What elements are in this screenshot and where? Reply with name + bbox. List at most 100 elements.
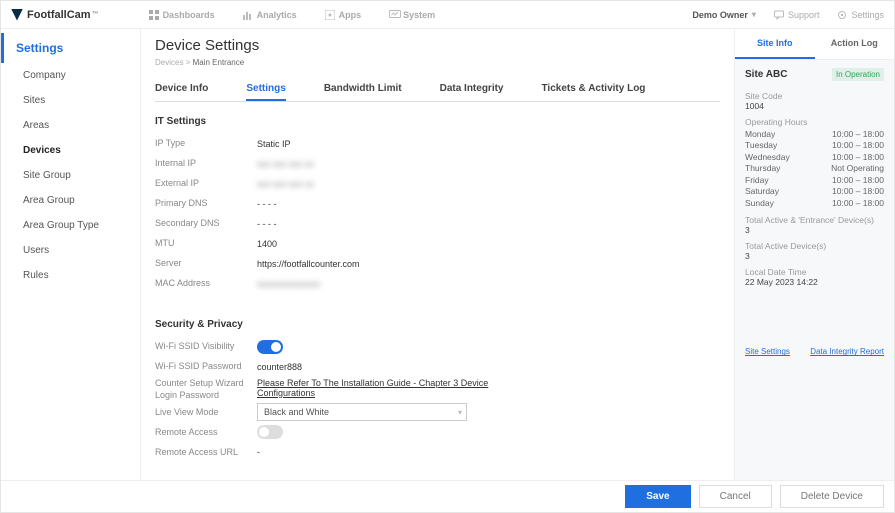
cancel-button[interactable]: Cancel <box>699 485 772 508</box>
hours-time: 10:00 – 18:00 <box>832 129 884 140</box>
wifi-visibility-key: Wi-Fi SSID Visibility <box>155 341 257 353</box>
ip-type-key: IP Type <box>155 138 257 150</box>
server-key: Server <box>155 258 257 270</box>
site-code-key: Site Code <box>745 91 884 101</box>
remote-url-key: Remote Access URL <box>155 447 257 459</box>
analytics-icon <box>243 10 253 20</box>
wifi-password-value: counter888 <box>257 362 302 372</box>
brand-icon <box>11 9 23 21</box>
hours-key: Operating Hours <box>745 117 884 127</box>
rtab-site-info[interactable]: Site Info <box>735 29 815 59</box>
hours-day: Friday <box>745 175 769 186</box>
internal-ip-value: xxx xxx xxx xx <box>257 159 314 169</box>
external-ip-key: External IP <box>155 178 257 190</box>
sidebar-item-devices[interactable]: Devices <box>1 138 140 163</box>
support-link[interactable]: Support <box>774 10 820 20</box>
sidebar-heading: Settings <box>1 33 140 63</box>
sidebar: Settings Company Sites Areas Devices Sit… <box>1 29 141 480</box>
mac-key: MAC Address <box>155 278 257 290</box>
mtu-value: 1400 <box>257 239 277 249</box>
chevron-down-icon: ▾ <box>752 10 756 19</box>
liveview-select[interactable]: Black and White ▾ <box>257 403 467 421</box>
tab-device-info[interactable]: Device Info <box>155 77 208 101</box>
gear-icon <box>837 10 847 20</box>
primary-dns-value: - - - - <box>257 199 277 209</box>
secondary-dns-value: - - - - <box>257 219 277 229</box>
sidebar-item-area-group[interactable]: Area Group <box>1 188 140 213</box>
wifi-visibility-toggle[interactable] <box>257 340 283 354</box>
nav-system[interactable]: System <box>389 10 435 20</box>
dashboard-icon <box>149 10 159 20</box>
security-title: Security & Privacy <box>155 319 720 330</box>
remote-access-toggle[interactable] <box>257 425 283 439</box>
brand-tm: ™ <box>92 11 99 18</box>
top-right: Demo Owner ▾ Support Settings <box>692 10 884 20</box>
hours-list: Monday10:00 – 18:00 Tuesday10:00 – 18:00… <box>745 129 884 209</box>
tab-settings[interactable]: Settings <box>246 77 285 101</box>
localtime-value: 22 May 2023 14:22 <box>745 277 884 287</box>
delete-device-button[interactable]: Delete Device <box>780 485 884 508</box>
apps-icon <box>325 10 335 20</box>
tab-bandwidth[interactable]: Bandwidth Limit <box>324 77 402 101</box>
localtime-key: Local Date Time <box>745 267 884 277</box>
owner-label: Demo Owner <box>692 10 748 20</box>
topbar: FootfallCam ™ Dashboards Analytics App <box>1 1 894 29</box>
hours-time: 10:00 – 18:00 <box>832 152 884 163</box>
brand: FootfallCam ™ <box>11 9 99 21</box>
hours-day: Tuesday <box>745 140 777 151</box>
settings-label: Settings <box>851 10 884 20</box>
nav-analytics-label: Analytics <box>257 10 297 20</box>
right-tabs: Site Info Action Log <box>735 29 894 60</box>
rtab-action-log[interactable]: Action Log <box>815 29 895 59</box>
data-integrity-link[interactable]: Data Integrity Report <box>810 347 884 356</box>
active-key: Total Active Device(s) <box>745 241 884 251</box>
active-value: 3 <box>745 251 884 261</box>
nav-dashboards[interactable]: Dashboards <box>149 10 215 20</box>
nav-apps-label: Apps <box>339 10 362 20</box>
sidebar-item-company[interactable]: Company <box>1 63 140 88</box>
breadcrumb-current: Main Entrance <box>193 58 245 67</box>
mac-value: xxxxxxxxxxxxxx <box>257 279 320 289</box>
settings-link[interactable]: Settings <box>837 10 884 20</box>
save-button[interactable]: Save <box>625 485 690 508</box>
hours-time: 10:00 – 18:00 <box>832 175 884 186</box>
hours-day: Sunday <box>745 198 774 209</box>
support-label: Support <box>788 10 820 20</box>
sidebar-item-rules[interactable]: Rules <box>1 263 140 288</box>
breadcrumb-root[interactable]: Devices <box>155 58 183 67</box>
liveview-key: Live View Mode <box>155 407 257 419</box>
nav-dashboards-label: Dashboards <box>163 10 215 20</box>
nav-analytics[interactable]: Analytics <box>243 10 297 20</box>
tab-tickets[interactable]: Tickets & Activity Log <box>542 77 646 101</box>
owner-menu[interactable]: Demo Owner ▾ <box>692 10 756 20</box>
top-nav: Dashboards Analytics Apps System <box>149 10 436 20</box>
wifi-password-key: Wi-Fi SSID Password <box>155 361 257 373</box>
chevron-down-icon: ▾ <box>458 408 462 417</box>
page-title: Device Settings <box>155 37 720 54</box>
sidebar-item-sites[interactable]: Sites <box>1 88 140 113</box>
hours-time: 10:00 – 18:00 <box>832 186 884 197</box>
mtu-key: MTU <box>155 238 257 250</box>
sidebar-item-site-group[interactable]: Site Group <box>1 163 140 188</box>
site-code-value: 1004 <box>745 101 884 111</box>
footer: Save Cancel Delete Device <box>1 480 894 512</box>
nav-system-label: System <box>403 10 435 20</box>
primary-dns-key: Primary DNS <box>155 198 257 210</box>
hours-time: 10:00 – 18:00 <box>832 198 884 209</box>
sidebar-item-users[interactable]: Users <box>1 238 140 263</box>
breadcrumb: Devices > Main Entrance <box>155 58 720 67</box>
system-icon <box>389 10 399 20</box>
ip-type-value: Static IP <box>257 139 291 149</box>
site-settings-link[interactable]: Site Settings <box>745 347 790 356</box>
sidebar-item-areas[interactable]: Areas <box>1 113 140 138</box>
support-icon <box>774 10 784 20</box>
remote-url-value: - <box>257 447 260 457</box>
tab-data-integrity[interactable]: Data Integrity <box>440 77 504 101</box>
wizard-guide-link[interactable]: Please Refer To The Installation Guide -… <box>257 378 517 398</box>
wizard-pwd-key: Counter Setup Wizard Login Password <box>155 378 257 401</box>
nav-apps[interactable]: Apps <box>325 10 362 20</box>
hours-day: Saturday <box>745 186 779 197</box>
right-body: Site ABC In Operation Site Code 1004 Ope… <box>735 60 894 480</box>
internal-ip-key: Internal IP <box>155 158 257 170</box>
sidebar-item-area-group-type[interactable]: Area Group Type <box>1 213 140 238</box>
